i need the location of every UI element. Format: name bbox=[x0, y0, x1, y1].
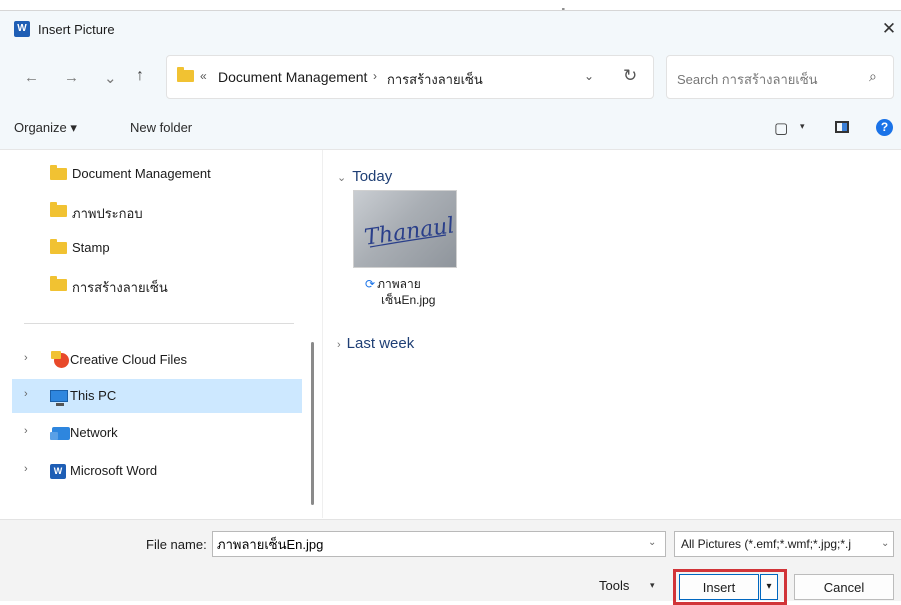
sidebar-item-label: Document Management bbox=[72, 166, 211, 181]
back-arrow-icon[interactable]: ← bbox=[24, 69, 39, 86]
search-box[interactable]: Search การสร้างลายเซ็น ⌕ bbox=[666, 55, 894, 99]
file-name-line-2: เซ็นEn.jpg bbox=[381, 293, 436, 307]
navigation-pane: Document Management ภาพประกอบ Stamp การส… bbox=[0, 150, 314, 518]
computer-icon bbox=[50, 390, 68, 406]
cancel-button[interactable]: Cancel bbox=[794, 574, 894, 600]
forward-arrow-icon[interactable]: → bbox=[64, 69, 79, 86]
sidebar-item-network[interactable]: › Network bbox=[12, 416, 302, 450]
network-icon bbox=[50, 427, 70, 440]
recent-locations-chevron-icon[interactable]: ⌄ bbox=[104, 69, 117, 87]
address-bar[interactable]: « Document Management › การสร้างลายเซ็น … bbox=[166, 55, 654, 99]
refresh-icon[interactable]: ↻ bbox=[623, 66, 637, 86]
group-header-last-week[interactable]: › Last week bbox=[337, 335, 414, 352]
tools-dropdown-icon[interactable]: ▾ bbox=[650, 580, 655, 591]
view-dropdown-icon[interactable]: ▾ bbox=[800, 121, 805, 132]
sidebar-scrollbar[interactable] bbox=[311, 342, 314, 505]
sync-icon: ⟳ bbox=[365, 277, 376, 291]
insert-picture-dialog: W Insert Picture ✕ ← → ⌄ ↑ « Document Ma… bbox=[0, 10, 901, 605]
file-name-line-1: ภาพลาย bbox=[377, 277, 421, 291]
sidebar-item-signature-folder[interactable]: การสร้างลายเซ็น bbox=[12, 268, 302, 302]
sidebar-divider bbox=[24, 323, 294, 324]
tools-button[interactable]: Tools bbox=[599, 578, 629, 593]
search-icon[interactable]: ⌕ bbox=[869, 68, 877, 85]
insert-button[interactable]: Insert bbox=[679, 574, 759, 600]
new-folder-button[interactable]: New folder bbox=[130, 120, 192, 135]
sidebar-item-stamp[interactable]: Stamp bbox=[12, 231, 302, 265]
expand-chevron-icon[interactable]: › bbox=[24, 425, 28, 437]
sidebar-item-illustrations[interactable]: ภาพประกอบ bbox=[12, 194, 302, 228]
close-button[interactable]: ✕ bbox=[878, 17, 900, 41]
file-name-label: File name: bbox=[146, 537, 207, 552]
view-options-icon[interactable]: ▢ bbox=[774, 119, 788, 137]
creative-cloud-icon bbox=[51, 351, 69, 368]
file-name-input[interactable] bbox=[212, 531, 666, 557]
help-icon[interactable]: ? bbox=[876, 119, 893, 136]
overflow-chevron-icon[interactable]: « bbox=[200, 69, 207, 83]
word-icon: W bbox=[50, 464, 66, 479]
breadcrumb-document-management[interactable]: Document Management bbox=[218, 69, 367, 85]
sidebar-item-label: Stamp bbox=[72, 240, 110, 255]
signature-image: Thanaul bbox=[363, 213, 456, 250]
group-label: Last week bbox=[346, 335, 415, 352]
sidebar-item-document-management[interactable]: Document Management bbox=[12, 157, 302, 191]
file-type-select[interactable]: All Pictures (*.emf;*.wmf;*.jpg;*.j ⌄ bbox=[674, 531, 894, 557]
preview-pane-icon[interactable] bbox=[835, 121, 849, 133]
insert-options-dropdown-icon[interactable]: ▾ bbox=[760, 574, 778, 600]
file-type-value: All Pictures (*.emf;*.wmf;*.jpg;*.j bbox=[681, 537, 852, 551]
sidebar-item-label: การสร้างลายเซ็น bbox=[72, 280, 168, 295]
dialog-footer: File name: ⌄ All Pictures (*.emf;*.wmf;*… bbox=[0, 519, 901, 605]
organize-button[interactable]: Organize ▾ bbox=[14, 120, 77, 136]
file-thumbnail[interactable]: Thanaul bbox=[353, 190, 457, 268]
sidebar-item-label: Microsoft Word bbox=[70, 463, 158, 478]
address-row: ← → ⌄ ↑ « Document Management › การสร้าง… bbox=[0, 47, 901, 109]
up-arrow-icon[interactable]: ↑ bbox=[136, 67, 144, 85]
folder-icon bbox=[50, 239, 67, 254]
breadcrumb-separator-icon[interactable]: › bbox=[373, 69, 377, 83]
expand-chevron-icon[interactable]: › bbox=[24, 463, 28, 475]
command-bar: Organize ▾ New folder ▢ ▾ ? bbox=[0, 109, 901, 150]
signature-text: Thanaul bbox=[363, 213, 456, 250]
folder-icon bbox=[50, 202, 67, 217]
window-title: Insert Picture bbox=[38, 22, 115, 37]
group-label: Today bbox=[352, 168, 393, 185]
title-bar: W Insert Picture ✕ bbox=[0, 11, 901, 47]
folder-icon bbox=[50, 276, 67, 291]
group-header-today[interactable]: ⌄ Today bbox=[337, 168, 392, 185]
expand-chevron-icon[interactable]: › bbox=[24, 352, 28, 364]
address-dropdown-icon[interactable]: ⌄ bbox=[584, 69, 594, 83]
file-name-caption[interactable]: ⟳ ภาพลาย เซ็นEn.jpg bbox=[365, 276, 455, 308]
collapse-chevron-icon[interactable]: ⌄ bbox=[337, 172, 346, 184]
sidebar-item-creative-cloud-files[interactable]: › Creative Cloud Files bbox=[12, 343, 302, 377]
file-list-pane: ⌄ Today Thanaul ⟳ ภาพลาย เซ็นEn.jpg › Last … bbox=[322, 150, 901, 518]
sidebar-item-label: Creative Cloud Files bbox=[70, 352, 188, 367]
sidebar-item-this-pc[interactable]: › This PC bbox=[12, 379, 302, 413]
file-type-dropdown-icon[interactable]: ⌄ bbox=[881, 538, 889, 549]
folder-icon bbox=[50, 165, 67, 180]
expand-chevron-icon[interactable]: › bbox=[337, 339, 341, 351]
word-app-icon: W bbox=[14, 21, 30, 37]
sidebar-item-label: ภาพประกอบ bbox=[72, 206, 143, 221]
sidebar-item-label: This PC bbox=[70, 388, 117, 403]
breadcrumb-current-folder[interactable]: การสร้างลายเซ็น bbox=[387, 69, 483, 90]
expand-chevron-icon[interactable]: › bbox=[24, 388, 28, 400]
file-name-dropdown-icon[interactable]: ⌄ bbox=[648, 537, 656, 548]
sidebar-item-label: Network bbox=[70, 425, 118, 440]
sidebar-item-microsoft-word[interactable]: › W Microsoft Word bbox=[12, 454, 302, 488]
folder-icon bbox=[177, 67, 194, 82]
search-input[interactable]: Search การสร้างลายเซ็น bbox=[677, 69, 818, 90]
